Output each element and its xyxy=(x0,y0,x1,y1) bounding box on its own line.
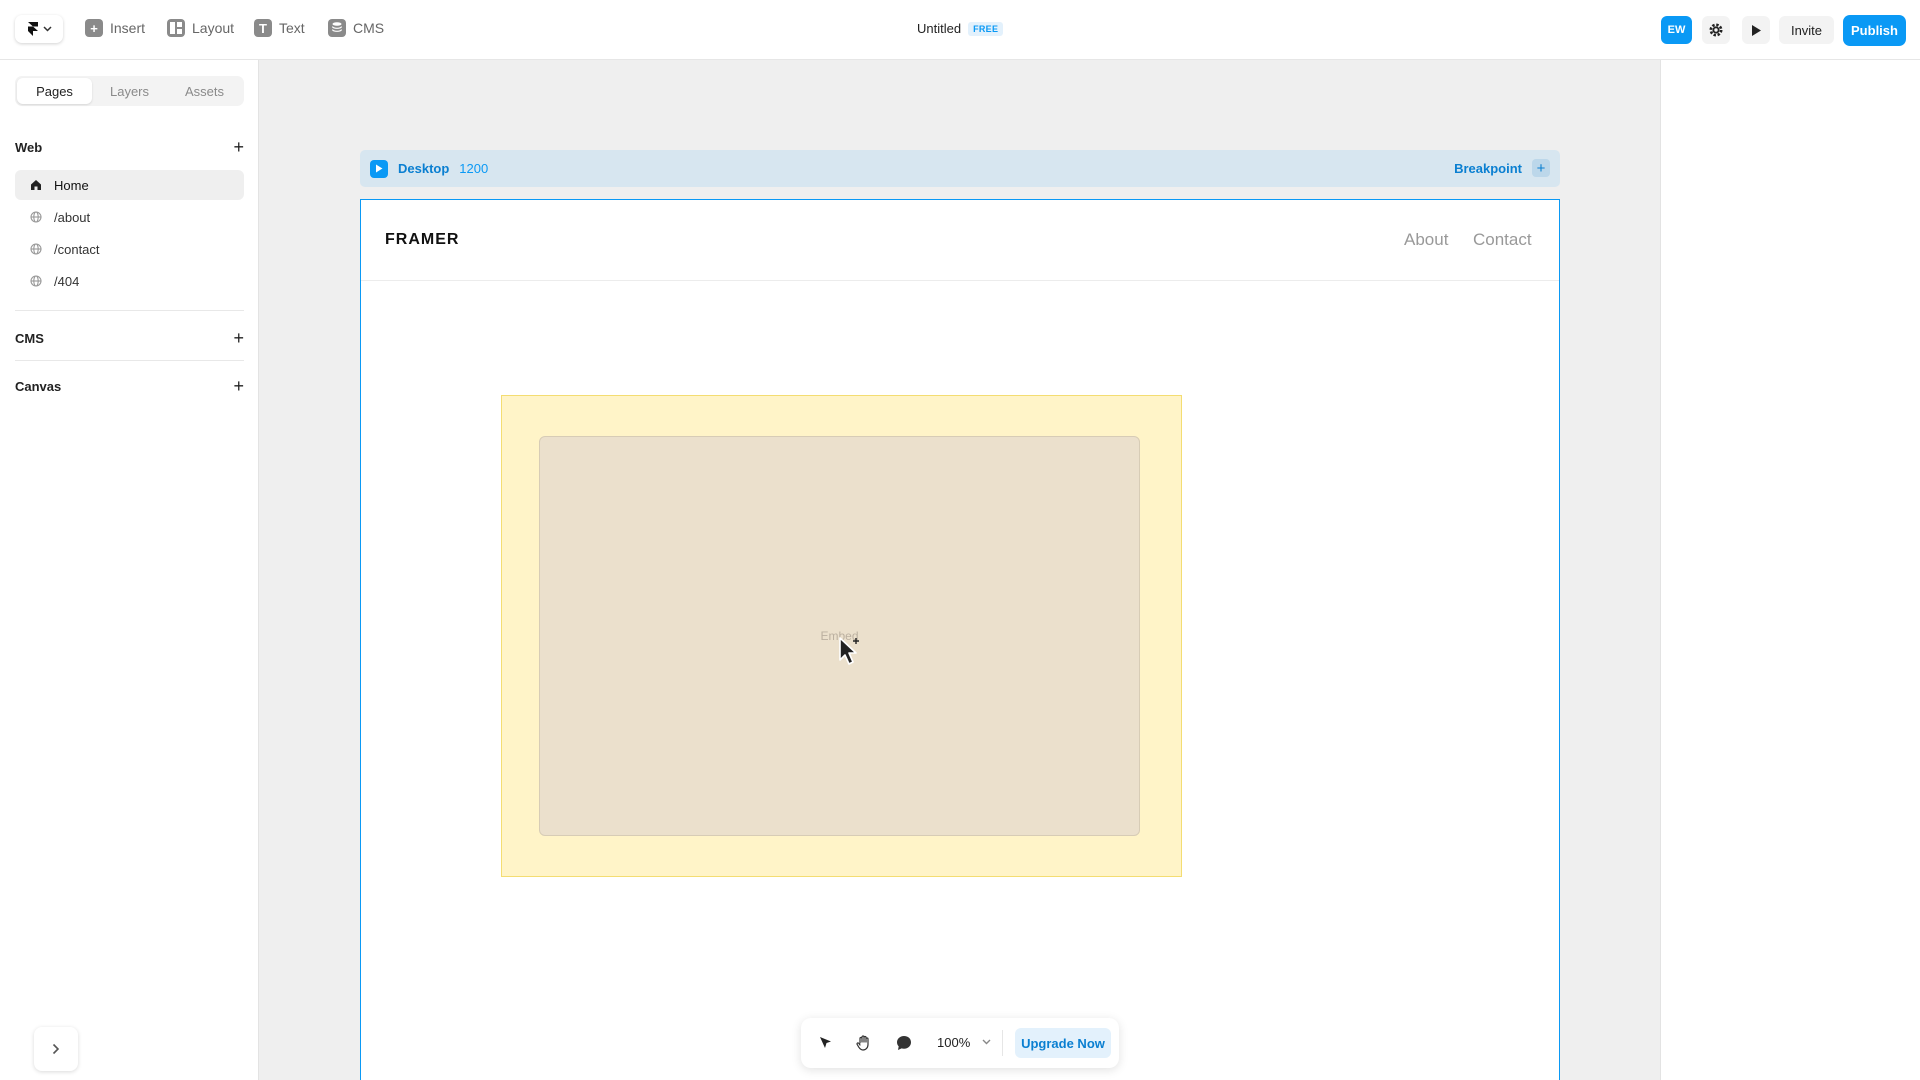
text-icon: T xyxy=(254,19,272,37)
layout-label: Layout xyxy=(192,20,235,36)
page-item-label: /contact xyxy=(54,241,100,257)
toolbar-divider xyxy=(1002,1030,1003,1056)
chevron-down-icon xyxy=(42,26,52,32)
chevron-down-icon xyxy=(982,1037,991,1048)
preview-breakpoint-button[interactable] xyxy=(370,159,388,178)
canvas-section-header: Canvas + xyxy=(15,377,244,395)
cms-heading: CMS xyxy=(15,330,44,346)
comment-tool[interactable] xyxy=(894,1033,914,1053)
page-item-404[interactable]: /404 xyxy=(15,266,244,296)
left-sidebar: Pages Layers Assets Web + Home /about /c… xyxy=(0,60,259,1080)
add-collection-icon[interactable]: + xyxy=(233,329,244,347)
project-title-area[interactable]: Untitled FREE xyxy=(917,21,1004,36)
framer-menu-button[interactable] xyxy=(15,15,63,43)
divider xyxy=(15,360,244,361)
zoom-dropdown[interactable]: 100% xyxy=(937,1035,991,1050)
chevron-right-icon xyxy=(52,1043,60,1055)
text-button[interactable]: T Text xyxy=(254,19,305,37)
mouse-cursor-icon xyxy=(839,637,859,665)
page-item-home[interactable]: Home xyxy=(15,170,244,200)
preview-button[interactable] xyxy=(1742,16,1770,44)
tab-assets[interactable]: Assets xyxy=(167,78,242,104)
zoom-value: 100% xyxy=(937,1035,971,1050)
site-brand[interactable]: FRAMER xyxy=(385,231,459,249)
globe-icon xyxy=(29,275,42,288)
tab-layers[interactable]: Layers xyxy=(92,78,167,104)
text-label: Text xyxy=(279,20,305,36)
top-toolbar: + Insert Layout T Text CMS Untitled FREE… xyxy=(0,0,1920,60)
globe-icon xyxy=(29,211,42,224)
hand-icon xyxy=(856,1035,869,1051)
expand-panel-button[interactable] xyxy=(34,1027,78,1071)
page-item-contact[interactable]: /contact xyxy=(15,234,244,264)
page-item-label: /about xyxy=(54,209,91,225)
insert-label: Insert xyxy=(110,20,146,36)
properties-panel xyxy=(1660,60,1920,1080)
gear-icon xyxy=(1709,23,1723,37)
play-icon xyxy=(1752,24,1761,36)
select-tool[interactable] xyxy=(815,1033,835,1053)
canvas-heading: Canvas xyxy=(15,378,62,394)
add-page-icon[interactable]: + xyxy=(233,138,244,156)
web-section-header: Web + xyxy=(15,138,244,156)
canvas-toolbar: 100% Upgrade Now xyxy=(801,1018,1119,1068)
page-item-label: /404 xyxy=(54,273,80,289)
invite-button[interactable]: Invite xyxy=(1779,16,1834,44)
nav-link-contact[interactable]: Contact xyxy=(1473,230,1532,250)
plan-badge: FREE xyxy=(968,21,1004,36)
cms-section-header: CMS + xyxy=(15,329,244,347)
add-canvas-icon[interactable]: + xyxy=(233,377,244,395)
play-icon xyxy=(376,164,383,173)
hand-tool[interactable] xyxy=(854,1033,874,1053)
settings-button[interactable] xyxy=(1702,16,1730,44)
page-item-about[interactable]: /about xyxy=(15,202,244,232)
globe-icon xyxy=(29,243,42,256)
page-item-label: Home xyxy=(54,177,89,193)
add-breakpoint-icon[interactable]: + xyxy=(1532,159,1550,177)
insert-button[interactable]: + Insert xyxy=(85,19,145,37)
add-breakpoint-group[interactable]: Breakpoint + xyxy=(1454,159,1550,177)
pointer-icon xyxy=(820,1037,831,1048)
framer-logo-icon xyxy=(27,22,38,36)
divider xyxy=(15,310,244,311)
comment-icon xyxy=(897,1036,911,1050)
project-title: Untitled xyxy=(917,21,962,36)
site-navigation[interactable]: FRAMER About Contact xyxy=(361,200,1559,281)
publish-button[interactable]: Publish xyxy=(1843,15,1906,46)
home-icon xyxy=(29,179,42,192)
user-avatar[interactable]: EW xyxy=(1661,16,1692,44)
web-heading: Web xyxy=(15,139,43,155)
layout-button[interactable]: Layout xyxy=(167,19,234,37)
nav-link-about[interactable]: About xyxy=(1404,230,1448,250)
breakpoint-label: Breakpoint xyxy=(1454,160,1522,176)
breakpoint-width: 1200 xyxy=(459,161,489,176)
layout-icon xyxy=(167,19,185,37)
upgrade-now-button[interactable]: Upgrade Now xyxy=(1015,1028,1111,1058)
cms-label: CMS xyxy=(353,20,385,36)
plus-square-icon: + xyxy=(85,19,103,37)
cms-button[interactable]: CMS xyxy=(328,19,384,37)
database-icon xyxy=(328,19,346,37)
tab-pages[interactable]: Pages xyxy=(17,78,92,104)
breakpoint-bar[interactable]: Desktop 1200 Breakpoint + xyxy=(360,150,1560,187)
breakpoint-name: Desktop xyxy=(398,161,450,176)
desktop-frame[interactable]: FRAMER About Contact Embed xyxy=(360,199,1560,1080)
sidebar-tabs: Pages Layers Assets xyxy=(15,76,244,106)
